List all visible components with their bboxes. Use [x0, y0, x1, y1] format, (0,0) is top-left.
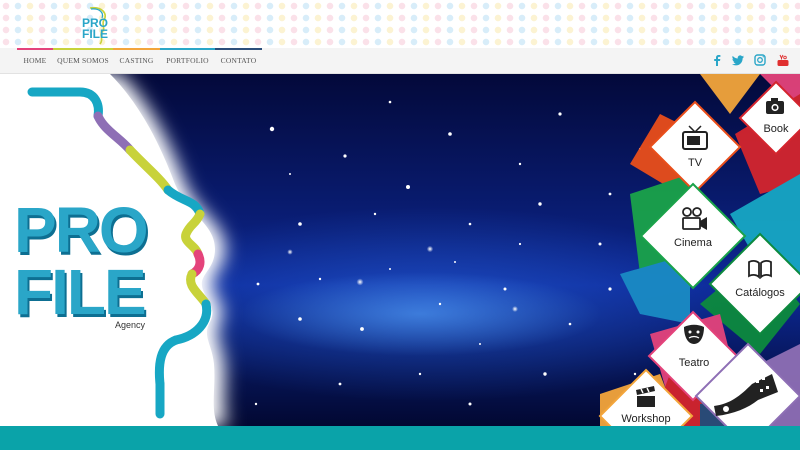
hero-brand: PRO FILE Agency	[14, 198, 164, 338]
starfield	[254, 100, 642, 406]
nav-quem-somos[interactable]: QUEM SOMOS	[53, 48, 113, 73]
youtube-icon[interactable]	[776, 53, 790, 67]
service-tiles: Book TV Cinema Catálogos Teatro Workshop	[598, 74, 800, 426]
facebook-icon[interactable]	[710, 53, 724, 67]
site-logo[interactable]: PRO FILE	[80, 4, 114, 46]
hero-brand-pro: PRO	[14, 194, 149, 266]
main-nav: HOME QUEM SOMOS CASTING PORTFOLIO CONTAT…	[0, 48, 800, 74]
tile-workshop-label: Workshop	[621, 413, 670, 425]
header-strip: PRO FILE	[0, 0, 800, 48]
nav-casting[interactable]: CASTING	[113, 48, 160, 73]
footer-bar	[0, 426, 800, 450]
tile-tv-label: TV	[688, 157, 703, 169]
nav-contato[interactable]: CONTATO	[215, 48, 262, 73]
hero-brand-agency: Agency	[115, 320, 146, 330]
hero-brand-file: FILE	[14, 256, 147, 328]
tile-catalogos-label: Catálogos	[735, 287, 785, 299]
tile-cinema-label: Cinema	[674, 237, 713, 249]
instagram-icon[interactable]	[753, 53, 767, 67]
nav-portfolio[interactable]: PORTFOLIO	[160, 48, 215, 73]
logo-text-file: FILE	[82, 27, 108, 41]
tile-teatro-label: Teatro	[679, 357, 710, 369]
hero-banner: PRO FILE Agency Book TV Cinema Catálogos…	[0, 74, 800, 426]
tile-book-label: Book	[763, 123, 789, 135]
twitter-icon[interactable]	[731, 53, 745, 67]
nav-home[interactable]: HOME	[17, 48, 53, 73]
